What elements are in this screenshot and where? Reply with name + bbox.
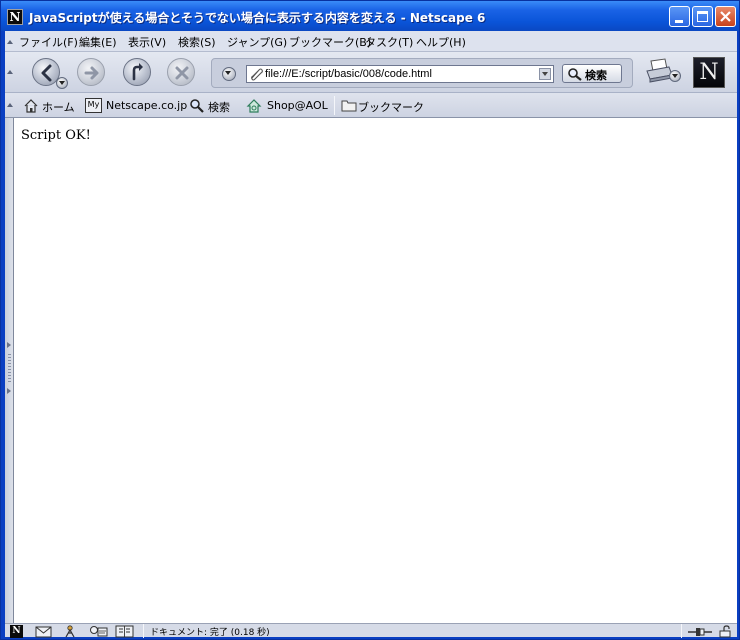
url-history-button[interactable] xyxy=(222,67,236,81)
menu-help[interactable]: ヘルプ(H) xyxy=(416,34,466,50)
bookmark-netscape[interactable]: My Netscape.co.jp xyxy=(85,98,188,114)
print-dropdown[interactable] xyxy=(669,70,681,82)
menu-bookmarks[interactable]: ブックマーク(B) xyxy=(289,34,371,50)
url-toolbar-group: file:///E:/script/basic/008/code.html 検索 xyxy=(211,58,633,88)
close-button[interactable] xyxy=(715,6,736,27)
search-button[interactable]: 検索 xyxy=(562,64,622,83)
menu-go[interactable]: ジャンプ(G) xyxy=(227,34,287,50)
sidebar-grip-dots xyxy=(8,354,11,384)
netscape-app-icon[interactable]: N xyxy=(7,9,23,25)
menu-edit[interactable]: 編集(E) xyxy=(79,34,117,50)
sidebar-expand-arrow[interactable] xyxy=(7,342,11,348)
bookmarks-folder[interactable]: ブックマーク xyxy=(341,98,424,114)
folder-icon xyxy=(341,100,357,112)
bookmark-netscape-label: Netscape.co.jp xyxy=(106,99,188,112)
forward-arrow-icon xyxy=(84,66,99,80)
shop-icon xyxy=(246,99,262,113)
url-text[interactable]: file:///E:/script/basic/008/code.html xyxy=(265,68,432,80)
home-icon xyxy=(24,99,38,113)
reload-button[interactable] xyxy=(123,58,151,86)
personal-toolbar-separator xyxy=(334,96,335,115)
composer-icon[interactable] xyxy=(89,625,109,638)
magnifier-icon xyxy=(568,68,582,81)
url-dropdown-button[interactable] xyxy=(539,68,551,80)
file-page-icon xyxy=(251,68,263,81)
connection-icon[interactable] xyxy=(687,625,713,638)
status-text: ドキュメント: 完了 (0.18 秒) xyxy=(150,628,270,638)
print-button[interactable] xyxy=(645,57,681,87)
menubar-collapse-grip[interactable] xyxy=(7,40,13,44)
page-viewport[interactable]: Script OK! xyxy=(15,118,737,623)
stop-button[interactable] xyxy=(167,58,195,86)
maximize-icon xyxy=(697,11,708,22)
navigation-toolbar: file:///E:/script/basic/008/code.html 検索 xyxy=(5,52,737,93)
personal-toolbar: ホーム My Netscape.co.jp 検索 Shop@AOL ブックマーク xyxy=(5,93,737,118)
mail-icon[interactable] xyxy=(35,625,53,638)
search-icon xyxy=(190,99,204,113)
minimize-icon xyxy=(675,20,683,23)
menu-tasks[interactable]: タスク(T) xyxy=(365,34,413,50)
page-body-text: Script OK! xyxy=(21,128,91,143)
url-input[interactable]: file:///E:/script/basic/008/code.html xyxy=(246,65,554,83)
minimize-button[interactable] xyxy=(669,6,690,27)
address-book-icon[interactable] xyxy=(115,625,135,638)
back-history-dropdown[interactable] xyxy=(56,77,68,89)
menu-view[interactable]: 表示(V) xyxy=(128,34,166,50)
bookmark-home[interactable]: ホーム xyxy=(23,98,83,114)
menu-search[interactable]: 検索(S) xyxy=(178,34,216,50)
stop-icon xyxy=(175,66,189,80)
window-title: JavaScriptが使える場合とそうでない場合に表示する内容を変える - Ne… xyxy=(29,11,486,25)
forward-button[interactable] xyxy=(77,58,105,86)
status-bar: N ドキュメント: 完了 (0.18 秒) xyxy=(5,623,737,638)
personal-toolbar-grip[interactable] xyxy=(7,103,13,107)
bookmarks-folder-label: ブックマーク xyxy=(358,101,424,114)
status-separator-right xyxy=(681,624,682,638)
navbar-collapse-grip[interactable] xyxy=(7,70,13,74)
netscape-taskbar-icon[interactable]: N xyxy=(10,625,23,638)
bookmark-shop[interactable]: Shop@AOL xyxy=(246,98,330,114)
search-button-label: 検索 xyxy=(585,69,607,82)
bookmark-home-label: ホーム xyxy=(42,101,75,114)
close-icon xyxy=(720,11,731,22)
status-separator xyxy=(143,624,144,638)
browser-client-area: ファイル(F) 編集(E) 表示(V) 検索(S) ジャンプ(G) ブックマーク… xyxy=(5,31,737,638)
bookmark-search-label: 検索 xyxy=(208,101,230,114)
menu-file[interactable]: ファイル(F) xyxy=(19,34,78,50)
sidebar-splitter[interactable] xyxy=(5,118,14,623)
bookmark-search[interactable]: 検索 xyxy=(189,98,241,114)
maximize-button[interactable] xyxy=(692,6,713,27)
my-netscape-icon: My xyxy=(85,98,102,113)
netscape-logo[interactable]: N xyxy=(693,57,725,88)
reload-icon xyxy=(132,63,143,81)
instant-messenger-icon[interactable] xyxy=(63,625,77,638)
browser-window: N JavaScriptが使える場合とそうでない場合に表示する内容を変える - … xyxy=(0,0,740,640)
content-frame: Script OK! xyxy=(5,118,737,623)
menu-bar: ファイル(F) 編集(E) 表示(V) 検索(S) ジャンプ(G) ブックマーク… xyxy=(5,31,737,52)
security-lock-icon[interactable] xyxy=(718,625,732,638)
sidebar-expand-arrow-lower[interactable] xyxy=(7,388,11,394)
title-bar[interactable]: N JavaScriptが使える場合とそうでない場合に表示する内容を変える - … xyxy=(1,1,739,31)
bookmark-shop-label: Shop@AOL xyxy=(267,99,328,112)
